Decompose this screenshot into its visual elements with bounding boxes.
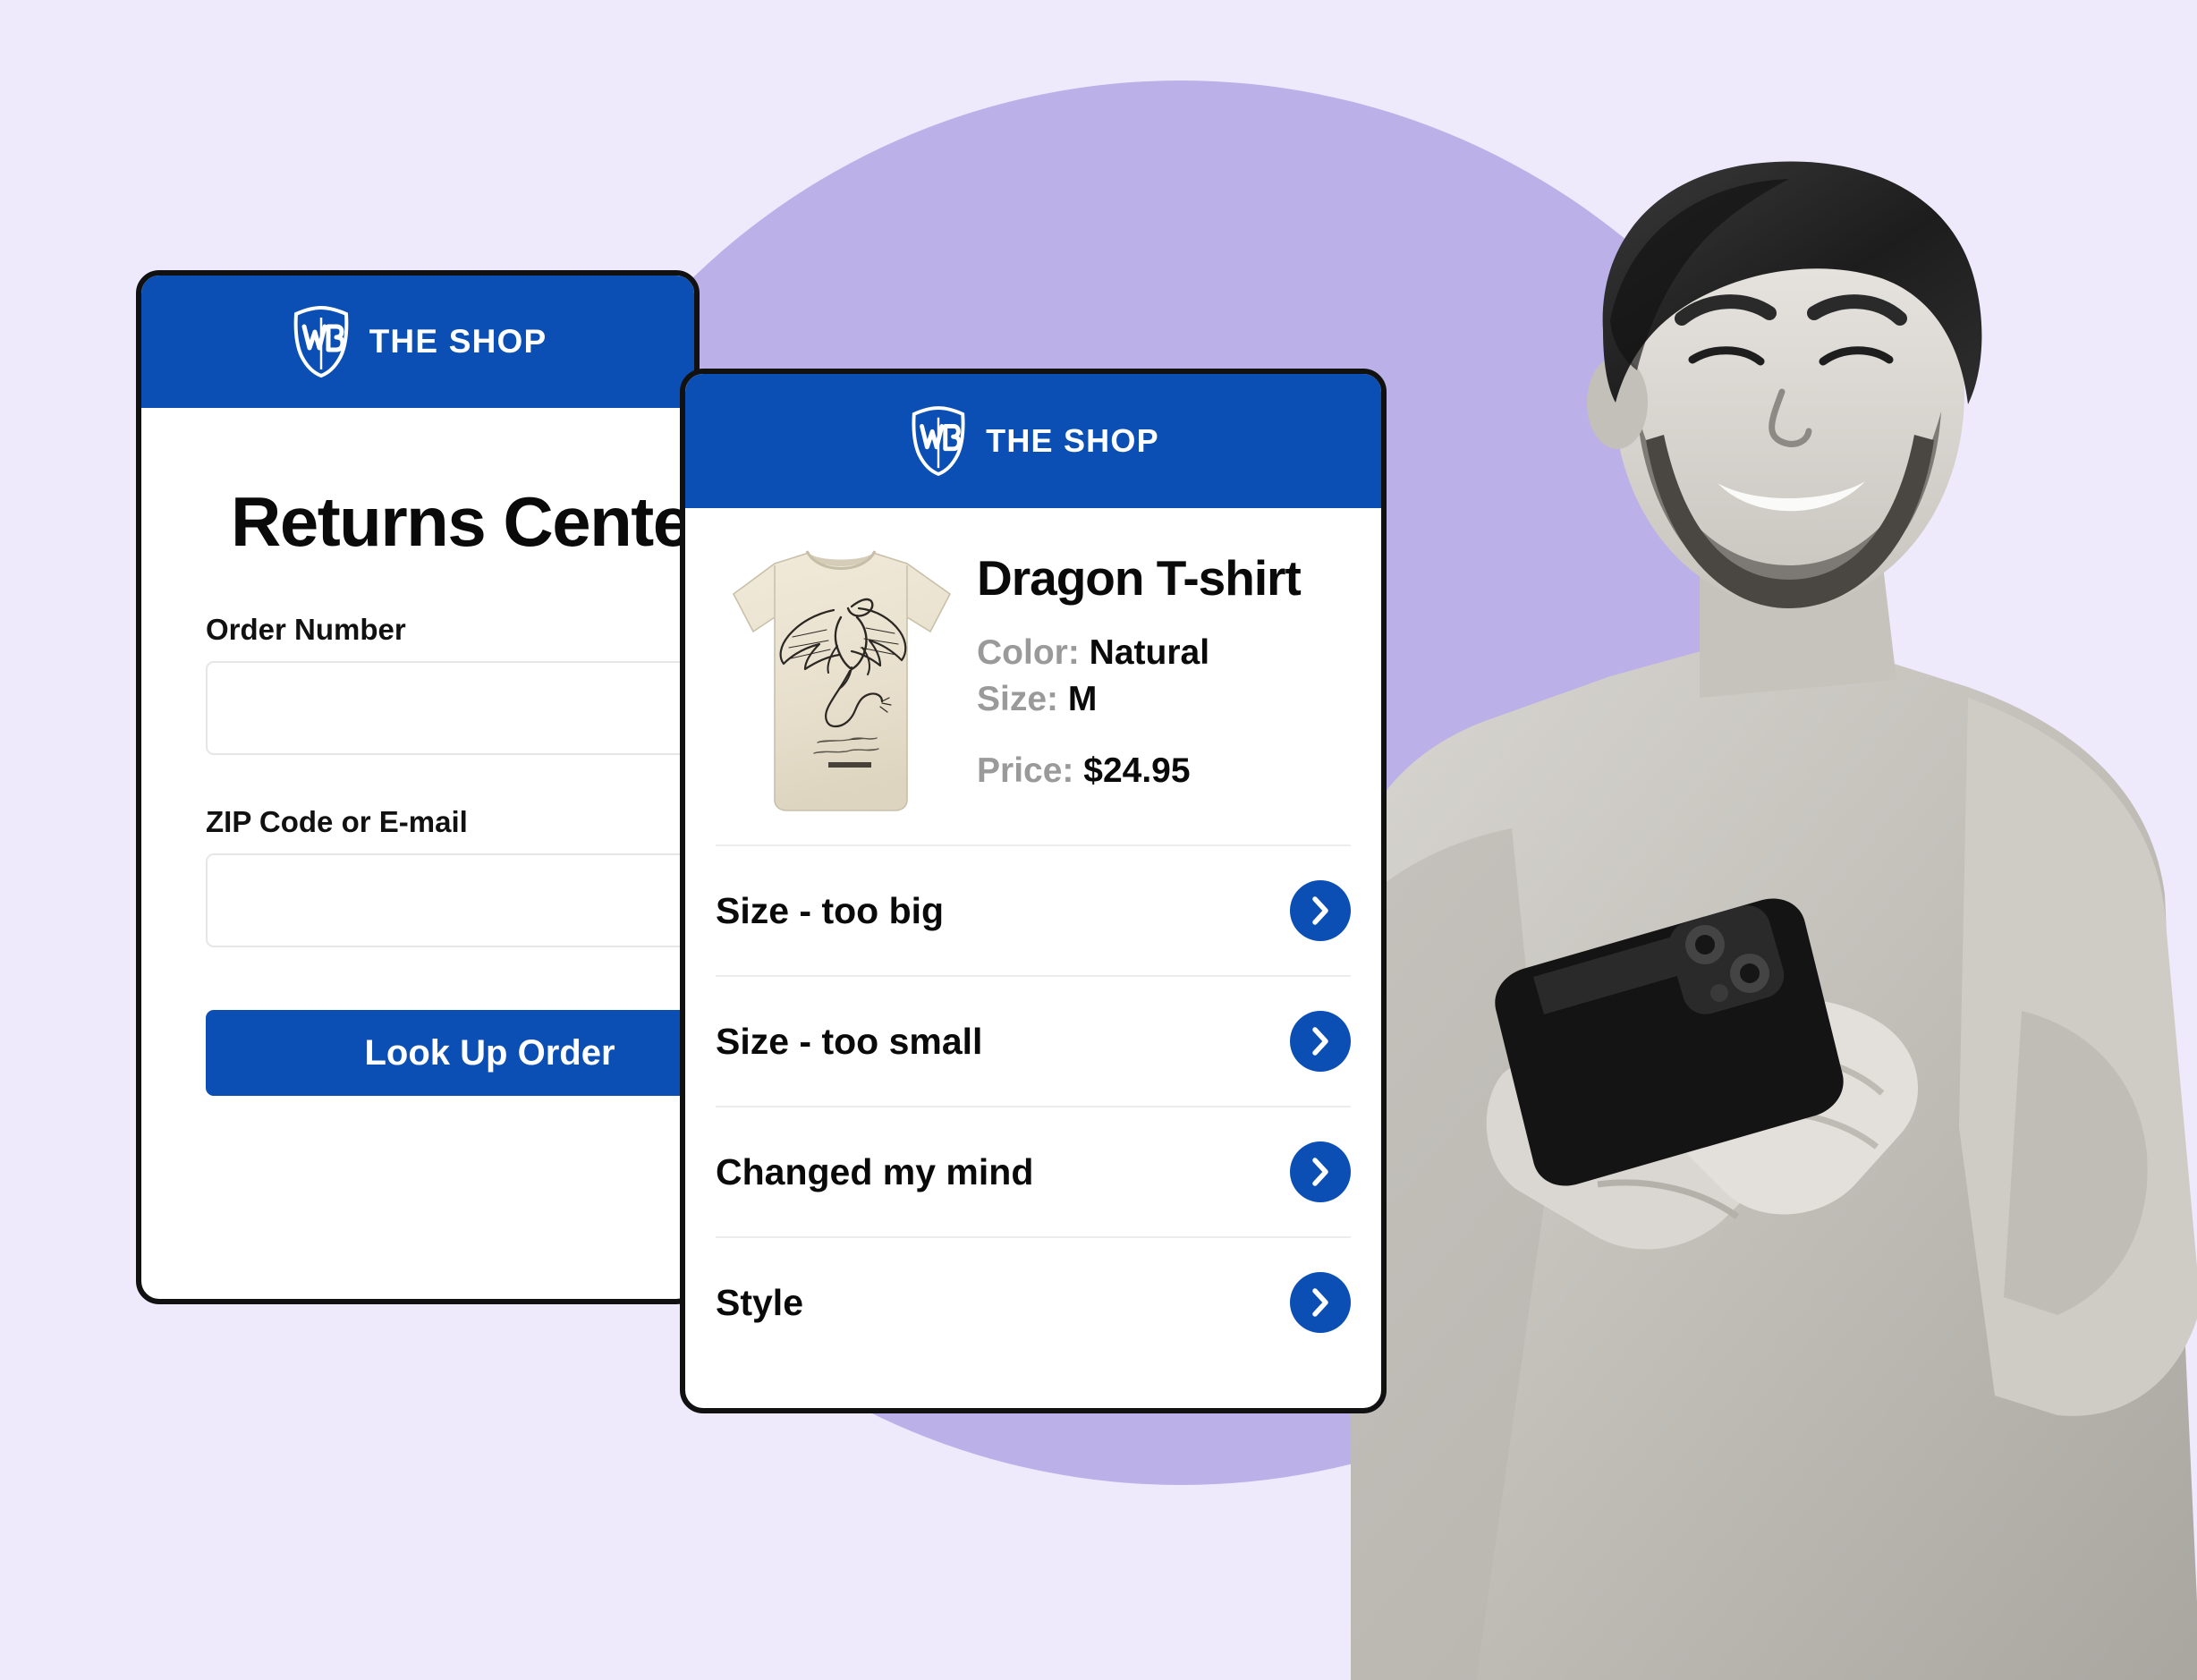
product-title: Dragon T-shirt — [977, 550, 1302, 606]
zip-email-input[interactable] — [206, 853, 694, 947]
product-price-key: Price: — [977, 751, 1074, 790]
chevron-right-icon[interactable] — [1290, 1141, 1351, 1202]
product-color-line: Color: Natural — [977, 633, 1351, 673]
zip-email-label: ZIP Code or E-mail — [206, 805, 468, 838]
chevron-right-icon[interactable] — [1290, 1272, 1351, 1333]
reason-item-size-too-small[interactable]: Size - too small — [716, 975, 1351, 1106]
reasons-card-header: THE SHOP — [685, 374, 1381, 508]
reason-label: Style — [716, 1281, 803, 1323]
chevron-right-icon[interactable] — [1290, 1011, 1351, 1072]
product-price-value: $24.95 — [1083, 751, 1191, 790]
brand-name: THE SHOP — [986, 422, 1159, 459]
product-color-key: Color: — [977, 633, 1080, 672]
order-number-label: Order Number — [206, 613, 406, 646]
reason-label: Changed my mind — [716, 1150, 1034, 1192]
product-size-value: M — [1067, 680, 1098, 718]
chevron-right-icon[interactable] — [1290, 880, 1351, 941]
returns-card-body: Returns Center Order Number ZIP Code or … — [141, 481, 694, 1096]
wb-shield-icon — [912, 406, 965, 477]
product-meta: Dragon T-shirt Color: Natural Size: M Pr… — [966, 531, 1351, 798]
product-size-line: Size: M — [977, 680, 1351, 719]
brand-name: THE SHOP — [369, 323, 547, 360]
mockup-stage: THE SHOP Returns Center Order Number ZIP… — [0, 0, 2197, 1680]
page-title: Returns Center — [231, 482, 700, 561]
order-number-input[interactable] — [206, 661, 694, 755]
product-image-dragon-tshirt — [732, 550, 952, 811]
order-number-field-group: Order Number — [206, 613, 694, 755]
product-color-value: Natural — [1089, 633, 1210, 672]
return-reason-card: THE SHOP Dragon T-shirt Color: Natural S… — [680, 369, 1387, 1413]
product-summary: Dragon T-shirt Color: Natural Size: M Pr… — [685, 508, 1381, 844]
return-reason-list: Size - too big Size - too small Changed … — [685, 844, 1381, 1367]
reason-item-size-too-big[interactable]: Size - too big — [716, 844, 1351, 975]
returns-center-card: THE SHOP Returns Center Order Number ZIP… — [136, 270, 700, 1304]
returns-card-header: THE SHOP — [141, 276, 694, 408]
zip-email-field-group: ZIP Code or E-mail — [206, 805, 694, 947]
wb-shield-icon — [293, 305, 348, 378]
product-size-key: Size: — [977, 680, 1059, 718]
product-price-line: Price: $24.95 — [977, 751, 1351, 791]
reason-item-style[interactable]: Style — [716, 1236, 1351, 1367]
reason-label: Size - too small — [716, 1020, 983, 1062]
reason-label: Size - too big — [716, 889, 945, 931]
reason-item-changed-my-mind[interactable]: Changed my mind — [716, 1106, 1351, 1236]
look-up-order-button[interactable]: Look Up Order — [206, 1010, 694, 1096]
